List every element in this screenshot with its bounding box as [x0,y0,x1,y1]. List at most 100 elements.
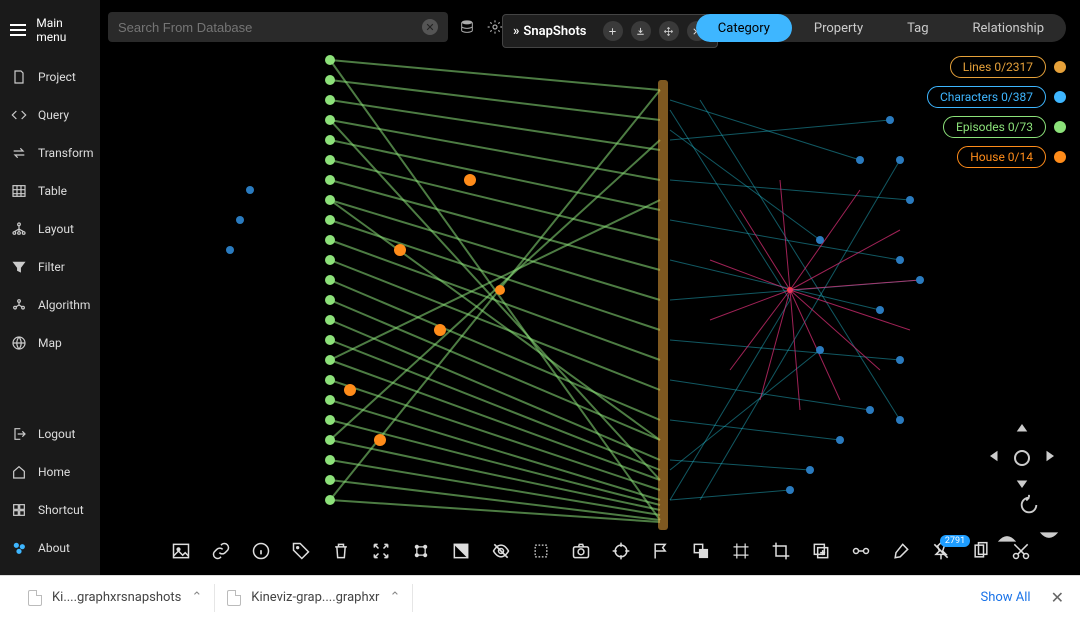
file-icon [10,68,28,86]
legend-dot-icon [1054,91,1066,103]
main-menu-toggle[interactable]: Main menu [0,8,100,58]
legend-item-episodes[interactable]: Episodes 0/73 [943,116,1066,138]
flag-icon[interactable] [650,540,672,562]
tag-icon[interactable] [290,540,312,562]
sidebar-item-label: Transform [38,146,94,160]
bottom-toolbar: 2791 [170,540,1032,562]
sidebar-item-table[interactable]: Table [0,172,100,210]
swap-icon [10,144,28,162]
sidebar-item-label: Map [38,336,62,350]
sidebar-top-group: Project Query Transform Table Layout Fil… [0,58,100,362]
code-icon [10,106,28,124]
rotate-controls [1018,494,1060,520]
info-icon[interactable] [250,540,272,562]
sidebar-item-project[interactable]: Project [0,58,100,96]
tilt-down-button[interactable] [1038,530,1060,548]
select-icon[interactable] [530,540,552,562]
chevron-up-icon[interactable]: ⌃ [389,590,400,605]
legend-dot-icon [1054,121,1066,133]
legend: Lines 0/2317 Characters 0/387 Episodes 0… [927,56,1066,168]
download-filename: Kineviz-grap....graphxr [251,590,379,605]
document-icon [227,590,241,606]
search-input[interactable] [118,20,422,35]
download-item[interactable]: Kineviz-grap....graphxr ⌃ [215,584,413,612]
sidebar-item-label: Home [38,465,70,479]
filter-icon [10,258,28,276]
legend-item-characters[interactable]: Characters 0/387 [927,86,1066,108]
sidebar-item-label: Filter [38,260,65,274]
nav-center-button[interactable] [1014,450,1030,466]
document-icon [28,590,42,606]
legend-dot-icon [1054,151,1066,163]
tab-tag[interactable]: Tag [885,14,950,42]
cut-icon[interactable] [1010,540,1032,562]
download-filename: Ki....graphxrsnapshots [52,590,181,605]
sidebar-item-logout[interactable]: Logout [0,415,100,453]
chevron-double-icon: » [513,24,519,39]
navigation-pad [984,420,1060,496]
link-icon[interactable] [210,540,232,562]
sidebar-item-query[interactable]: Query [0,96,100,134]
sidebar-item-home[interactable]: Home [0,453,100,491]
camera-icon[interactable] [570,540,592,562]
snapshot-add-button[interactable] [603,21,623,41]
frame-icon[interactable] [730,540,752,562]
download-item[interactable]: Ki....graphxrsnapshots ⌃ [16,584,215,612]
target-icon[interactable] [610,540,632,562]
sidebar-item-shortcut[interactable]: Shortcut [0,491,100,529]
cluster-icon[interactable] [410,540,432,562]
view-tabs: Category Property Tag Relationship [696,14,1066,42]
show-all-button[interactable]: Show All [981,590,1031,605]
database-icon[interactable] [458,18,476,36]
tab-category[interactable]: Category [696,14,792,42]
legend-item-lines[interactable]: Lines 0/2317 [950,56,1066,78]
contrast-icon[interactable] [450,540,472,562]
image-icon[interactable] [170,540,192,562]
hamburger-icon [10,24,26,36]
rotate-left-button[interactable] [1018,494,1040,520]
tab-relationship[interactable]: Relationship [951,14,1066,42]
snapshot-move-button[interactable] [659,21,679,41]
bring-front-icon[interactable] [690,540,712,562]
main-menu-label: Main menu [36,16,90,44]
sidebar-item-about[interactable]: About [0,529,100,567]
sidebar-item-layout[interactable]: Layout [0,210,100,248]
brush-icon[interactable] [890,540,912,562]
visibility-off-icon[interactable] [490,540,512,562]
sidebar-item-label: Table [38,184,67,198]
crop-icon[interactable] [770,540,792,562]
tab-property[interactable]: Property [792,14,885,42]
sidebar-bottom-group: Logout Home Shortcut About [0,415,100,567]
sidebar-item-label: Logout [38,427,75,441]
duplicate-icon[interactable] [810,540,832,562]
sidebar-item-algorithm[interactable]: Algorithm [0,286,100,324]
chevron-up-icon[interactable]: ⌃ [191,590,202,605]
sidebar-item-filter[interactable]: Filter [0,248,100,286]
nav-left-button[interactable] [987,447,1005,469]
legend-item-house[interactable]: House 0/14 [957,146,1066,168]
nav-down-button[interactable] [1013,473,1031,495]
copy-icon[interactable] [970,540,992,562]
nav-right-button[interactable] [1039,447,1057,469]
snapshot-download-button[interactable] [631,21,651,41]
nav-up-button[interactable] [1013,421,1031,443]
layout-icon [10,220,28,238]
sidebar-item-transform[interactable]: Transform [0,134,100,172]
about-icon [10,539,28,557]
grid-icon [10,182,28,200]
search-input-wrap: ✕ [108,12,448,42]
close-icon[interactable]: ✕ [1051,588,1064,607]
topbar: ✕ [108,12,504,42]
clear-icon[interactable]: ✕ [422,19,438,35]
expand-icon[interactable] [370,540,392,562]
download-bar: Ki....graphxrsnapshots ⌃ Kineviz-grap...… [0,575,1080,619]
home-icon [10,463,28,481]
sidebar-item-map[interactable]: Map [0,324,100,362]
sidebar-item-label: Shortcut [38,503,84,517]
snapshot-panel: » SnapShots [502,14,718,48]
node-count-badge: 2791 [940,535,970,547]
snapshot-title[interactable]: » SnapShots [513,24,587,39]
connect-icon[interactable] [850,540,872,562]
pin-off-icon[interactable]: 2791 [930,540,952,562]
trash-icon[interactable] [330,540,352,562]
